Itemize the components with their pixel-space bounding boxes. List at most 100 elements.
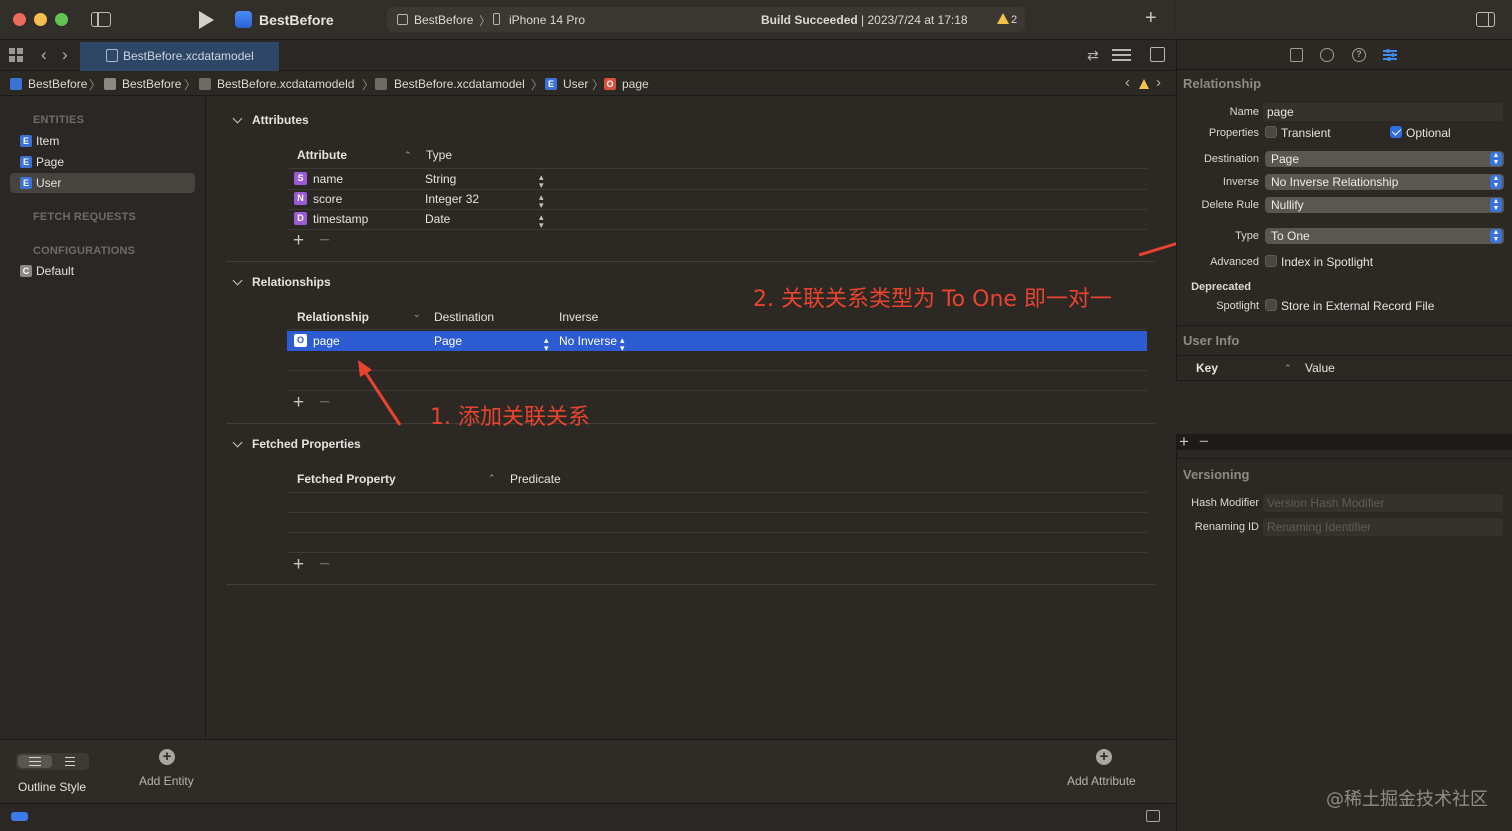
add-attribute-icon[interactable]: + bbox=[1096, 749, 1112, 765]
zoom-window-button[interactable] bbox=[55, 13, 68, 26]
fetched-property-column-header[interactable]: Fetched Property bbox=[297, 472, 396, 486]
destination-popup[interactable] bbox=[1265, 151, 1504, 167]
breadcrumb-project[interactable]: BestBefore bbox=[28, 77, 87, 91]
up-down-chevron-icon[interactable]: ▴ ▾ bbox=[620, 336, 625, 353]
up-down-chevron-icon[interactable]: ▴ ▾ bbox=[539, 193, 544, 210]
remove-relationship-icon[interactable]: − bbox=[319, 393, 330, 412]
help-inspector-icon[interactable]: ? bbox=[1352, 48, 1366, 62]
run-destination[interactable]: iPhone 14 Pro bbox=[509, 13, 585, 27]
type-value[interactable]: To One bbox=[1271, 229, 1310, 243]
attribute-column-header[interactable]: Attribute bbox=[297, 148, 347, 162]
add-editor-icon[interactable] bbox=[1150, 47, 1165, 62]
attribute-type[interactable]: Date bbox=[425, 212, 450, 226]
destination-value[interactable]: Page bbox=[1271, 152, 1299, 166]
add-user-info-icon[interactable]: + bbox=[1179, 433, 1189, 450]
breadcrumb-group[interactable]: BestBefore bbox=[122, 77, 181, 91]
inverse-column-header[interactable]: Inverse bbox=[559, 310, 598, 324]
name-field-value[interactable]: page bbox=[1267, 105, 1294, 119]
sort-chevron-icon[interactable]: ⌃ bbox=[1284, 363, 1292, 374]
optional-checkbox[interactable] bbox=[1390, 126, 1402, 138]
issue-warning-icon[interactable] bbox=[1139, 79, 1149, 89]
add-attribute-icon[interactable]: + bbox=[293, 231, 304, 250]
relationship-inverse[interactable]: No Inverse bbox=[559, 334, 617, 348]
transient-checkbox[interactable] bbox=[1265, 126, 1277, 138]
add-relationship-icon[interactable]: + bbox=[293, 393, 304, 412]
sort-chevron-icon[interactable]: ⌃ bbox=[404, 150, 412, 161]
add-fetched-property-icon[interactable]: + bbox=[293, 555, 304, 574]
attribute-type[interactable]: String bbox=[425, 172, 456, 186]
history-inspector-icon[interactable] bbox=[1320, 48, 1334, 62]
table-row-selected[interactable] bbox=[287, 331, 1147, 351]
type-column-header[interactable]: Type bbox=[426, 148, 452, 162]
back-chevron-icon[interactable]: ‹ bbox=[41, 45, 47, 65]
delete-rule-value[interactable]: Nullify bbox=[1271, 198, 1304, 212]
data-model-inspector-icon[interactable] bbox=[1383, 48, 1397, 62]
add-icon[interactable]: + bbox=[1145, 8, 1157, 28]
index-spotlight-label[interactable]: Index in Spotlight bbox=[1281, 255, 1373, 269]
renaming-id-placeholder[interactable]: Renaming Identifier bbox=[1267, 520, 1371, 534]
sidebar-item-default[interactable]: C Default bbox=[10, 261, 195, 281]
add-attribute-button[interactable]: Add Attribute bbox=[1067, 774, 1136, 788]
close-window-button[interactable] bbox=[13, 13, 26, 26]
attribute-name[interactable]: score bbox=[313, 192, 342, 206]
hash-modifier-placeholder[interactable]: Version Hash Modifier bbox=[1267, 496, 1384, 510]
breadcrumb-entity[interactable]: User bbox=[563, 77, 588, 91]
debug-area-toggle-icon[interactable] bbox=[11, 812, 28, 821]
sidebar-item-user[interactable]: E User bbox=[10, 173, 195, 193]
file-inspector-icon[interactable] bbox=[1290, 48, 1303, 62]
key-column-header[interactable]: Key bbox=[1196, 361, 1218, 375]
up-down-chevron-icon[interactable]: ▴ ▾ bbox=[539, 213, 544, 230]
up-down-chevron-icon[interactable]: ▴ ▾ bbox=[544, 336, 549, 353]
navigator-toggle-icon[interactable] bbox=[91, 12, 111, 27]
value-column-header[interactable]: Value bbox=[1305, 361, 1335, 375]
minimize-window-button[interactable] bbox=[34, 13, 47, 26]
relationship-name[interactable]: page bbox=[313, 334, 340, 348]
index-spotlight-checkbox[interactable] bbox=[1265, 255, 1277, 267]
related-items-icon[interactable] bbox=[9, 48, 23, 62]
remove-attribute-icon[interactable]: − bbox=[319, 231, 330, 250]
breadcrumb-datamodel[interactable]: BestBefore.xcdatamodel bbox=[394, 77, 525, 91]
previous-issue-icon[interactable]: ‹ bbox=[1125, 74, 1130, 91]
tab-label[interactable]: BestBefore.xcdatamodel bbox=[123, 49, 254, 63]
attribute-type[interactable]: Integer 32 bbox=[425, 192, 479, 206]
popup-chevron-icon[interactable]: ▲ ▼ bbox=[1490, 229, 1502, 243]
add-entity-button[interactable]: Add Entity bbox=[139, 774, 194, 788]
sidebar-item-item[interactable]: E Item bbox=[10, 131, 195, 151]
editor-options-icon[interactable] bbox=[1112, 49, 1131, 61]
add-entity-icon[interactable]: + bbox=[159, 749, 175, 765]
relationship-column-header[interactable]: Relationship bbox=[297, 310, 369, 324]
forward-chevron-icon[interactable]: › bbox=[62, 45, 68, 65]
run-icon[interactable] bbox=[199, 11, 214, 29]
popup-chevron-icon[interactable]: ▲ ▼ bbox=[1490, 198, 1502, 212]
sort-chevron-down-icon[interactable]: ⌄ bbox=[413, 309, 421, 320]
transient-label[interactable]: Transient bbox=[1281, 126, 1331, 140]
name-field[interactable] bbox=[1263, 103, 1503, 121]
graph-style-icon[interactable] bbox=[65, 757, 75, 766]
warning-icon[interactable] bbox=[997, 13, 1009, 24]
attribute-name[interactable]: timestamp bbox=[313, 212, 368, 226]
breadcrumb-datamodeld[interactable]: BestBefore.xcdatamodeld bbox=[217, 77, 354, 91]
inspector-toggle-icon[interactable] bbox=[1476, 12, 1495, 27]
optional-label[interactable]: Optional bbox=[1406, 126, 1451, 140]
swap-icon[interactable]: ⇄ bbox=[1087, 47, 1099, 64]
console-toggle-icon[interactable] bbox=[1146, 810, 1160, 822]
store-external-label[interactable]: Store in External Record File bbox=[1281, 299, 1434, 313]
remove-fetched-property-icon[interactable]: − bbox=[319, 555, 330, 574]
relationship-destination[interactable]: Page bbox=[434, 334, 462, 348]
popup-chevron-icon[interactable]: ▲ ▼ bbox=[1490, 152, 1502, 166]
remove-user-info-icon[interactable]: − bbox=[1199, 433, 1209, 450]
attribute-name[interactable]: name bbox=[313, 172, 343, 186]
scheme-name[interactable]: BestBefore bbox=[414, 13, 473, 27]
sidebar-item-page[interactable]: E Page bbox=[10, 152, 195, 172]
sort-chevron-icon[interactable]: ⌃ bbox=[488, 473, 496, 484]
inverse-value[interactable]: No Inverse Relationship bbox=[1271, 175, 1398, 189]
up-down-chevron-icon[interactable]: ▴ ▾ bbox=[539, 173, 544, 190]
popup-chevron-icon[interactable]: ▲ ▼ bbox=[1490, 175, 1502, 189]
destination-column-header[interactable]: Destination bbox=[434, 310, 494, 324]
user-info-table[interactable] bbox=[1176, 382, 1512, 434]
warning-count[interactable]: 2 bbox=[1011, 14, 1017, 26]
next-issue-icon[interactable]: › bbox=[1156, 74, 1161, 91]
breadcrumb-relationship[interactable]: page bbox=[622, 77, 649, 91]
store-external-checkbox[interactable] bbox=[1265, 299, 1277, 311]
predicate-column-header[interactable]: Predicate bbox=[510, 472, 561, 486]
